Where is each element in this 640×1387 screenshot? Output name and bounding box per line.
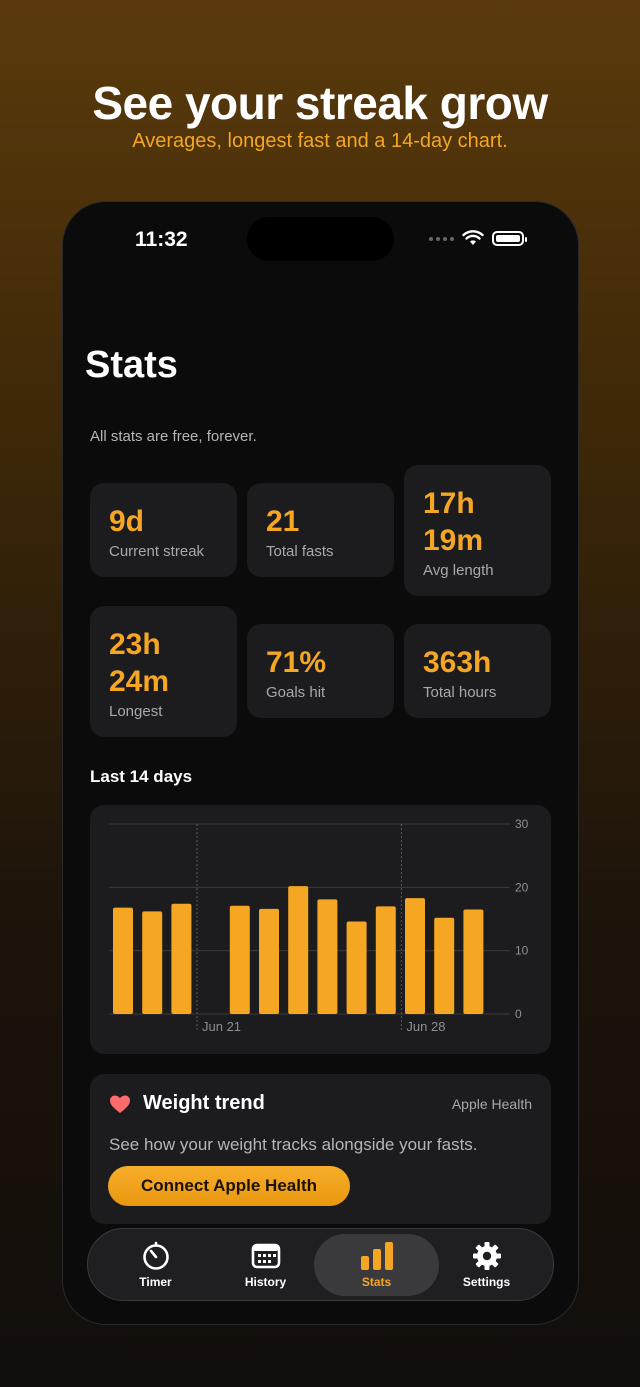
- stat-label: Longest: [109, 703, 163, 720]
- wifi-icon: [462, 230, 484, 245]
- gear-icon: [473, 1242, 501, 1270]
- stat-card-total-hours: 363h Total hours: [404, 624, 551, 718]
- x-tick-label: Jun 28: [406, 1019, 445, 1034]
- hero-subtitle: Averages, longest fast and a 14-day char…: [132, 130, 508, 152]
- timer-icon: [143, 1241, 169, 1270]
- stat-value: 9d: [109, 505, 145, 538]
- weight-trend-title: Weight trend: [143, 1092, 265, 1114]
- chart-bar: [171, 903, 192, 1014]
- stat-label: Current streak: [109, 543, 205, 560]
- weight-description: See how your weight tracks alongside you…: [109, 1135, 478, 1154]
- y-tick-label: 20: [515, 880, 529, 894]
- stat-card-total-fasts: 21 Total fasts: [247, 483, 394, 577]
- stat-value-line1: 17h: [423, 487, 475, 520]
- bar-chart: 0 10 20 30 Jun 21 Jun 28: [109, 817, 529, 1034]
- hero-title: See your streak grow: [92, 77, 548, 129]
- dynamic-island: [247, 217, 394, 261]
- x-tick-label: Jun 21: [202, 1019, 241, 1034]
- phone-frame: 11:32 Stats All stats are free, forever.…: [62, 201, 579, 1325]
- bar-chart-icon: [361, 1242, 393, 1270]
- connect-apple-health-button[interactable]: Connect Apple Health: [108, 1166, 350, 1206]
- stat-value: 71%: [266, 646, 327, 679]
- stat-card-longest: 23h 24m Longest: [90, 606, 237, 737]
- stat-label: Total fasts: [266, 543, 334, 560]
- tab-label: Settings: [462, 1275, 511, 1289]
- y-tick-label: 30: [515, 817, 529, 831]
- status-icons: [429, 230, 527, 247]
- stat-card-current-streak: 9d Current streak: [90, 483, 237, 577]
- stat-card-goals-hit: 71% Goals hit: [247, 624, 394, 718]
- stat-value-line2: 19m: [423, 524, 484, 557]
- page-title: Stats: [85, 344, 178, 386]
- chart-bar: [463, 909, 484, 1014]
- chart-bar: [288, 886, 309, 1014]
- chart-section-title: Last 14 days: [90, 767, 193, 786]
- tab-timer[interactable]: Timer: [93, 1234, 218, 1296]
- calendar-icon: [251, 1243, 281, 1269]
- tab-settings[interactable]: Settings: [424, 1234, 549, 1296]
- stat-label: Total hours: [423, 684, 497, 701]
- stat-label: Avg length: [423, 562, 494, 579]
- bar-chart-card: 0 10 20 30 Jun 21 Jun 28: [90, 805, 551, 1054]
- tab-stats[interactable]: Stats: [314, 1234, 439, 1296]
- y-tick-label: 0: [515, 1007, 522, 1021]
- stat-card-avg-length: 17h 19m Avg length: [404, 465, 551, 596]
- chart-bar: [346, 921, 367, 1014]
- stat-value: 21: [266, 505, 300, 538]
- stat-value-line2: 24m: [109, 665, 170, 698]
- battery-icon: [492, 231, 527, 246]
- tab-label: Timer: [139, 1275, 172, 1289]
- weight-source-label: Apple Health: [451, 1096, 532, 1112]
- heart-icon: [110, 1095, 130, 1113]
- tab-label: Stats: [361, 1275, 392, 1289]
- y-tick-label: 10: [515, 944, 529, 958]
- tab-bar: Timer History Stats Settings: [87, 1228, 554, 1301]
- tab-label: History: [244, 1275, 287, 1289]
- signal-dots-icon: [429, 236, 454, 241]
- chart-bar: [229, 905, 250, 1014]
- page-subtitle: All stats are free, forever.: [90, 428, 257, 445]
- chart-bar: [434, 917, 455, 1014]
- status-time: 11:32: [135, 228, 188, 251]
- chart-bar: [259, 908, 279, 1014]
- weight-trend-card: Weight trend Apple Health See how your w…: [90, 1074, 551, 1224]
- chart-bar: [375, 906, 396, 1014]
- stat-label: Goals hit: [266, 684, 326, 701]
- chart-bar: [405, 898, 425, 1014]
- chart-bar: [317, 899, 338, 1014]
- chart-bar: [113, 907, 133, 1014]
- stat-value: 363h: [423, 646, 492, 679]
- tab-history[interactable]: History: [203, 1234, 328, 1296]
- stat-value-line1: 23h: [109, 628, 161, 661]
- chart-bar: [142, 911, 163, 1014]
